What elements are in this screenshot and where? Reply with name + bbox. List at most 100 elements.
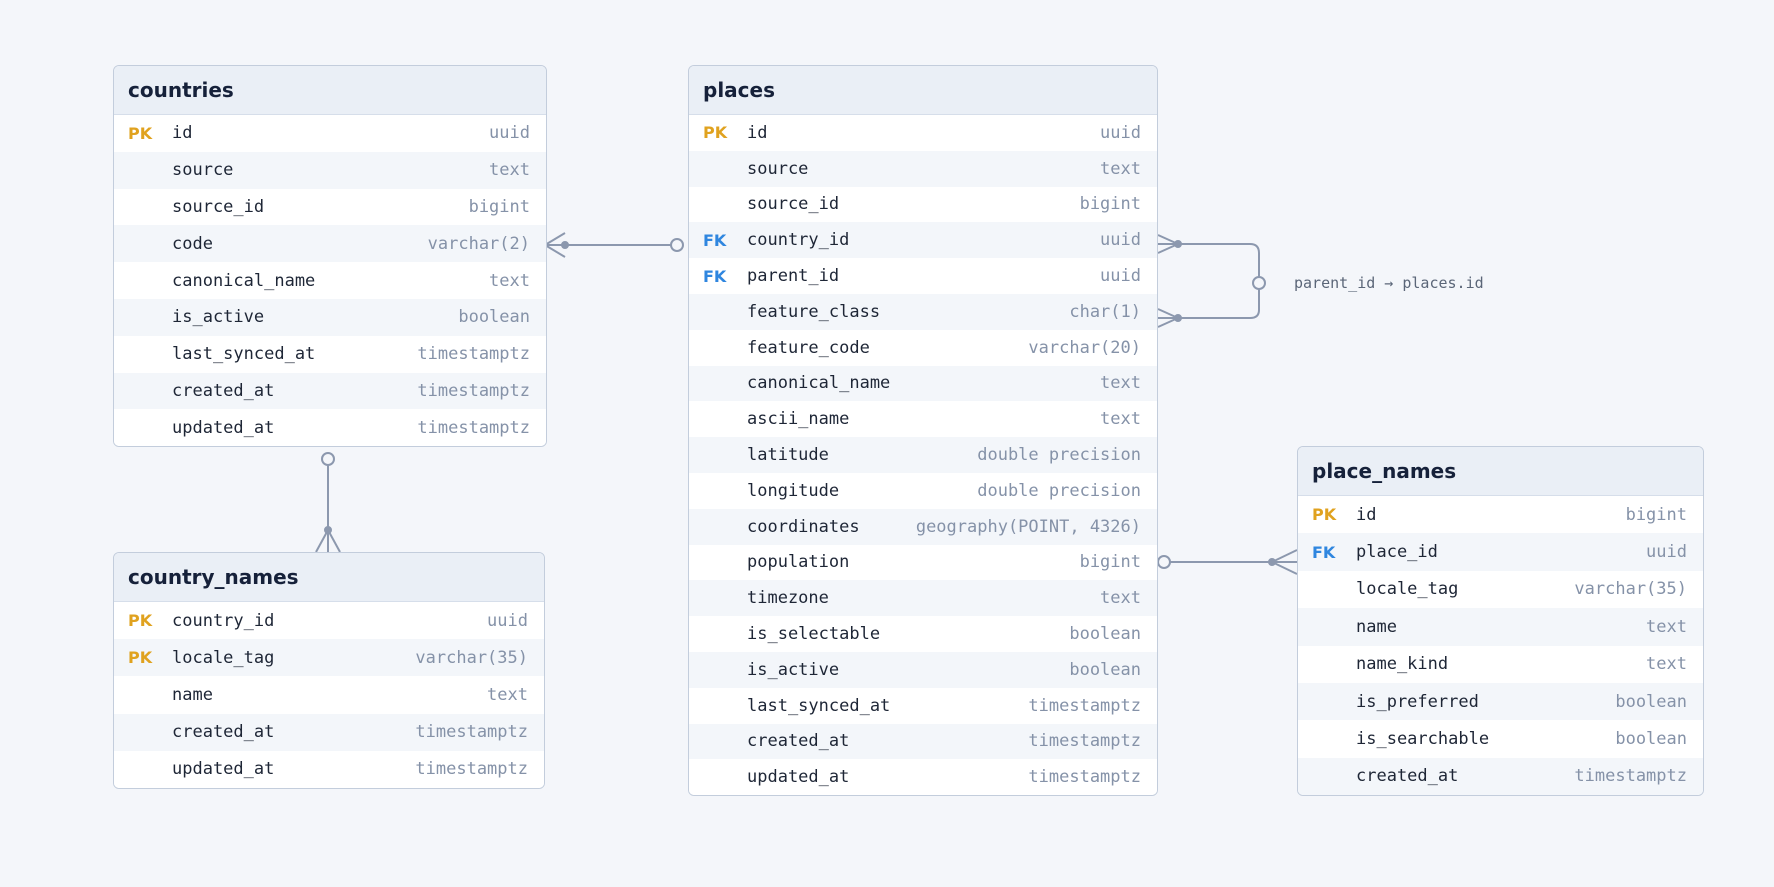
- primary-key-badge: PK: [1312, 505, 1337, 525]
- column-row[interactable]: longitude double precision: [689, 472, 1157, 509]
- column-type: bigint: [468, 196, 530, 217]
- column-type: timestamptz: [417, 344, 530, 365]
- column-name: place_id: [1356, 542, 1438, 563]
- column-row[interactable]: created_at timestamptz: [689, 723, 1157, 760]
- column-row[interactable]: canonical_name text: [689, 365, 1157, 402]
- column-name: updated_at: [172, 759, 275, 780]
- column-type: boolean: [458, 307, 530, 328]
- column-row[interactable]: PK country_id uuid: [114, 602, 544, 640]
- column-row[interactable]: PK id uuid: [689, 115, 1157, 151]
- column-row[interactable]: source_id bigint: [689, 186, 1157, 223]
- column-row[interactable]: created_at timestamptz: [114, 713, 544, 751]
- table-country-names[interactable]: country_names PK country_id uuid PK locale_ta…: [113, 552, 545, 789]
- column-row[interactable]: timezone text: [689, 580, 1157, 617]
- column-name: parent_id: [747, 266, 840, 287]
- column-row[interactable]: PK locale_tag varchar(35): [114, 639, 544, 677]
- column-row[interactable]: PK id uuid: [114, 115, 546, 152]
- column-type: varchar(35): [415, 647, 528, 668]
- column-name: last_synced_at: [172, 344, 316, 365]
- countries-crowfoot-upper: [544, 232, 566, 246]
- column-name: name: [1356, 616, 1397, 637]
- place-names-crowfoot-upper: [1271, 549, 1298, 563]
- column-name: updated_at: [747, 767, 850, 788]
- primary-key-badge: PK: [128, 648, 153, 668]
- column-row[interactable]: FK place_id uuid: [1298, 533, 1703, 571]
- column-type: geography(POINT, 4326): [915, 516, 1141, 537]
- column-row[interactable]: PK id bigint: [1298, 496, 1703, 534]
- self-ref-point-2: [1174, 314, 1182, 322]
- column-type: text: [1100, 158, 1141, 179]
- column-row[interactable]: is_selectable boolean: [689, 616, 1157, 652]
- column-row[interactable]: last_synced_at timestamptz: [114, 335, 546, 373]
- column-name: locale_tag: [172, 647, 275, 668]
- table-countries[interactable]: countries PK id uuid source text source_id bigi…: [113, 65, 547, 448]
- column-row[interactable]: is_searchable boolean: [1298, 720, 1703, 758]
- column-type: timestamptz: [1574, 766, 1687, 787]
- column-name: is_active: [747, 659, 840, 680]
- column-row[interactable]: last_synced_at timestamptz: [689, 687, 1157, 724]
- column-type: timestamptz: [417, 380, 530, 401]
- column-type: text: [489, 270, 530, 291]
- column-row[interactable]: created_at timestamptz: [114, 372, 546, 410]
- column-row[interactable]: locale_tag varchar(35): [1298, 570, 1703, 609]
- column-row[interactable]: is_active boolean: [114, 298, 546, 336]
- table-places[interactable]: places PK id uuid source text source_id bigint F…: [688, 65, 1158, 797]
- column-name: created_at: [172, 380, 275, 401]
- column-type: varchar(35): [1574, 579, 1687, 600]
- column-row[interactable]: coordinates geography(POINT, 4326): [689, 508, 1157, 545]
- column-type: uuid: [487, 610, 528, 631]
- column-row[interactable]: source_id bigint: [114, 188, 546, 226]
- column-row[interactable]: updated_at timestamptz: [114, 409, 546, 447]
- column-row[interactable]: name text: [1298, 608, 1703, 646]
- table-title: country_names: [114, 553, 544, 602]
- column-row[interactable]: population bigint: [689, 544, 1157, 581]
- column-type: uuid: [1100, 122, 1141, 143]
- column-name: source: [747, 158, 809, 179]
- column-row[interactable]: created_at timestamptz: [1298, 757, 1703, 796]
- column-row[interactable]: FK parent_id uuid: [689, 258, 1157, 294]
- column-row[interactable]: canonical_name text: [114, 262, 546, 299]
- country-names-crowfoot-right: [327, 529, 341, 553]
- country-names-crowfoot-left: [315, 529, 329, 553]
- column-type: boolean: [1615, 729, 1687, 750]
- column-type: boolean: [1615, 691, 1687, 712]
- column-type: double precision: [977, 480, 1141, 501]
- column-row[interactable]: feature_code varchar(20): [689, 329, 1157, 366]
- column-row[interactable]: is_active boolean: [689, 651, 1157, 688]
- column-row[interactable]: source text: [114, 151, 546, 189]
- column-row[interactable]: source text: [689, 150, 1157, 187]
- column-name: created_at: [1356, 766, 1459, 787]
- column-row[interactable]: latitude double precision: [689, 437, 1157, 473]
- column-row[interactable]: name_kind text: [1298, 645, 1703, 683]
- column-name: is_active: [172, 307, 265, 328]
- foreign-key-badge: FK: [703, 230, 727, 250]
- column-row[interactable]: updated_at timestamptz: [114, 750, 544, 788]
- table-title: places: [689, 66, 1157, 115]
- foreign-key-badge: FK: [703, 266, 727, 286]
- self-ref-crowfoot-1b: [1157, 243, 1179, 254]
- column-type: text: [487, 684, 528, 705]
- column-type: char(1): [1069, 301, 1141, 322]
- column-type: bigint: [1079, 552, 1141, 573]
- column-type: boolean: [1069, 659, 1141, 680]
- column-row[interactable]: name text: [114, 676, 544, 714]
- column-type: boolean: [1069, 624, 1141, 645]
- column-name: source_id: [747, 194, 840, 215]
- column-name: is_searchable: [1356, 729, 1490, 750]
- table-title: countries: [114, 66, 546, 115]
- column-name: country_id: [747, 230, 850, 251]
- column-name: id: [172, 123, 193, 144]
- place-names-crowfoot-lower: [1271, 561, 1298, 575]
- column-row[interactable]: is_preferred boolean: [1298, 682, 1703, 721]
- column-row[interactable]: FK country_id uuid: [689, 222, 1157, 259]
- column-type: timestamptz: [1028, 767, 1141, 788]
- column-row[interactable]: code varchar(2): [114, 225, 546, 263]
- column-name: id: [747, 122, 768, 143]
- column-name: ascii_name: [747, 409, 850, 430]
- column-row[interactable]: feature_class char(1): [689, 293, 1157, 330]
- column-name: name: [172, 684, 213, 705]
- table-place-names[interactable]: place_names PK id bigint FK place_id uuid local…: [1297, 446, 1704, 797]
- column-type: bigint: [1079, 194, 1141, 215]
- column-row[interactable]: updated_at timestamptz: [689, 759, 1157, 796]
- column-row[interactable]: ascii_name text: [689, 401, 1157, 438]
